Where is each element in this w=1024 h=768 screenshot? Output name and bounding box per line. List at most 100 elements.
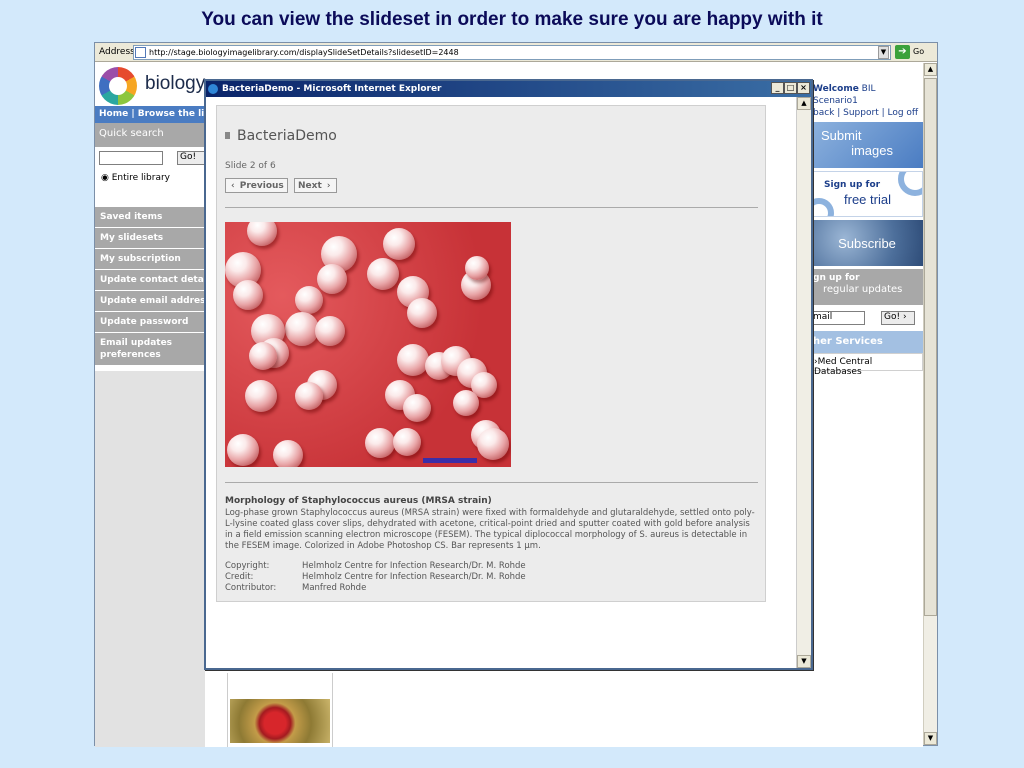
welcome-label: Welcome [813, 84, 859, 94]
bacteria-micrograph [225, 222, 511, 467]
next-label: Next [298, 181, 322, 191]
cell [227, 434, 259, 466]
scrollbar-thumb[interactable] [924, 78, 937, 616]
cell [393, 428, 421, 456]
search-scope-label: Entire library [111, 173, 170, 183]
nav-saved-items[interactable]: Saved items [95, 207, 205, 227]
thumbnail-panel [227, 673, 333, 747]
scroll-down-icon[interactable]: ▼ [924, 732, 937, 745]
credit-row: Credit: Helmholz Centre for Infection Res… [225, 572, 526, 582]
credit-value: Helmholz Centre for Infection Research/D… [302, 572, 526, 582]
decorative-ring-icon [812, 198, 834, 216]
email-input[interactable]: mail [811, 311, 865, 325]
credit-key: Copyright: [225, 561, 270, 571]
slide-counter: Slide 2 of 6 [225, 161, 276, 171]
credit-key: Credit: [225, 572, 254, 582]
cell [465, 256, 489, 280]
credit-row: Contributor: Manfred Rohde [225, 583, 366, 593]
top-nav-links[interactable]: Home | Browse the li [95, 106, 205, 123]
search-input[interactable] [99, 151, 163, 165]
minimize-icon[interactable]: _ [771, 82, 784, 94]
address-input[interactable]: http://stage.biologyimagelibrary.com/dis… [133, 45, 891, 60]
popup-titlebar[interactable]: BacteriaDemo - Microsoft Internet Explor… [206, 81, 811, 97]
maximize-icon[interactable]: □ [784, 82, 797, 94]
page-icon [135, 47, 146, 58]
cell [295, 286, 323, 314]
nav-update-contact[interactable]: Update contact detai [95, 270, 205, 290]
search-scope-radio[interactable]: ◉ Entire library [101, 173, 170, 183]
credit-value: Helmholz Centre for Infection Research/D… [302, 561, 526, 571]
cell [367, 258, 399, 290]
logo-icon [99, 67, 137, 105]
submit-line1: Submit [821, 128, 862, 143]
nav-update-email[interactable]: Update email addres [95, 291, 205, 311]
email-go-button[interactable]: Go! › [881, 311, 915, 325]
credit-key: Contributor: [225, 583, 277, 593]
sidebar-filler [95, 371, 205, 747]
right-sidebar: Welcome BIL Scenario1 back | Support | L… [811, 83, 923, 377]
scroll-up-icon[interactable]: ▲ [924, 63, 937, 76]
cell [383, 228, 415, 260]
quick-search-heading: Quick search [95, 123, 205, 147]
pubmed-central-link[interactable]: ›Med Central Databases [811, 353, 923, 377]
go-arrow-icon[interactable]: ➔ [895, 45, 910, 59]
subscribe-banner[interactable]: Subscribe [811, 220, 923, 266]
nav-my-subscription[interactable]: My subscription [95, 249, 205, 269]
popup-scroll-up-icon[interactable]: ▲ [797, 97, 811, 110]
cell [477, 428, 509, 460]
divider [225, 482, 758, 483]
caption-title: Morphology of Staphylococcus aureus (MRS… [225, 496, 492, 506]
chevron-left-icon: ‹ [231, 181, 235, 191]
cell [403, 394, 431, 422]
credit-row: Copyright: Helmholz Centre for Infection … [225, 561, 526, 571]
popup-title: BacteriaDemo - Microsoft Internet Explor… [222, 84, 442, 94]
slide-thumbnail[interactable] [230, 699, 330, 743]
popup-window: BacteriaDemo - Microsoft Internet Explor… [204, 79, 813, 670]
cell [295, 382, 323, 410]
page-scrollbar[interactable]: ▲ ▼ [923, 63, 937, 745]
nav-email-updates[interactable]: Email updates preferences [95, 333, 205, 365]
slide-panel: BacteriaDemo Slide 2 of 6 ‹ Previous Nex… [216, 105, 766, 602]
signup-line1: gn up for [813, 273, 860, 283]
nav-update-password[interactable]: Update password [95, 312, 205, 332]
divider [225, 207, 758, 208]
cell [247, 222, 277, 246]
popup-scrollbar[interactable]: ▲ ▼ [796, 97, 811, 668]
site-logo-text[interactable]: biology [145, 73, 205, 95]
email-go-label: Go! [884, 312, 901, 322]
chevron-right-icon: › [326, 181, 331, 191]
signup-updates-heading: gn up for regular updates [811, 269, 923, 305]
signup-line2: regular updates [823, 284, 903, 295]
popup-scroll-down-icon[interactable]: ▼ [797, 655, 811, 668]
slide-title: You can view the slideset in order to ma… [201, 9, 823, 30]
address-label: Address [99, 47, 135, 57]
cell [453, 390, 479, 416]
caption-body: Log-phase grown Staphylococcus aureus (M… [225, 508, 755, 551]
close-icon[interactable]: × [797, 82, 810, 94]
cell [249, 342, 277, 370]
other-services-heading: her Services [811, 331, 923, 353]
free-trial-banner[interactable]: Sign up for free trial [811, 171, 923, 217]
slideset-heading: BacteriaDemo [225, 128, 337, 144]
chevron-right-icon: › [902, 312, 907, 322]
left-sidebar: Home | Browse the li Quick search Go! ◉ … [95, 106, 205, 366]
previous-label: Previous [239, 181, 284, 191]
previous-button[interactable]: ‹ Previous [225, 178, 288, 193]
address-dropdown-icon[interactable]: ▼ [878, 46, 889, 59]
email-signup-row: mail Go! › [811, 305, 923, 331]
credit-value: Manfred Rohde [302, 583, 367, 593]
go-button[interactable]: Go [913, 47, 924, 56]
search-go-button[interactable]: Go! [177, 151, 205, 165]
account-links[interactable]: back | Support | Log off [813, 108, 918, 118]
scale-bar [423, 458, 477, 463]
address-bar: Address http://stage.biologyimagelibrary… [95, 43, 937, 62]
next-button[interactable]: Next › [294, 178, 337, 193]
quick-search-box: Go! ◉ Entire library [95, 147, 205, 207]
nav-my-slidesets[interactable]: My slidesets [95, 228, 205, 248]
cell [245, 380, 277, 412]
free-trial-line1: Sign up for [824, 180, 881, 190]
welcome-area: Welcome BIL Scenario1 back | Support | L… [811, 83, 923, 119]
cell [407, 298, 437, 328]
submit-images-banner[interactable]: Submit images [811, 122, 923, 168]
cell [397, 344, 429, 376]
